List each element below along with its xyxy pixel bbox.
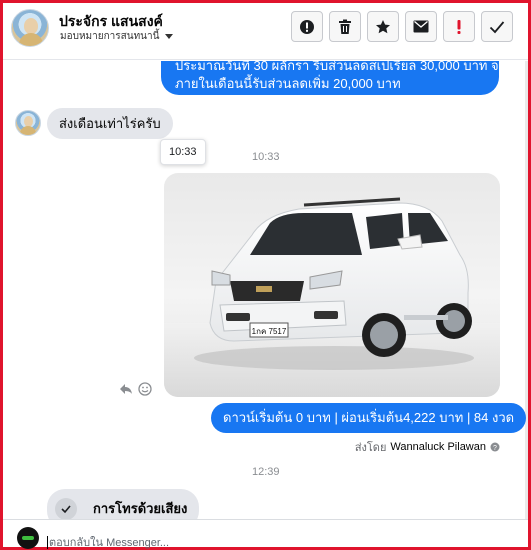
offer-message-text: ดาวน์เริ่มต้น 0 บาท | ผ่อนเริ่มต้น4,222 … (223, 410, 515, 425)
follow-up-button[interactable] (443, 11, 475, 42)
reply-input[interactable]: ตอบกลับใน Messenger... (47, 533, 169, 550)
timestamp: 12:39 (252, 466, 280, 478)
page-message-bubble[interactable]: ประมาณวันที่ 30 ผลักรา ริบส่วนลดสเปเรียล… (161, 61, 499, 95)
spam-button[interactable] (291, 11, 323, 42)
sent-by-line: ส่งโดย Wannaluck Pilawan ? (355, 438, 500, 456)
timestamp: 10:33 (252, 151, 280, 163)
offer-message-bubble[interactable]: ดาวน์เริ่มต้น 0 บาท | ผ่อนเริ่มต้น4,222 … (211, 403, 527, 433)
tooltip-time: 10:33 (169, 146, 197, 158)
envelope-icon (413, 20, 429, 33)
contact-avatar[interactable] (11, 9, 49, 47)
mark-done-button[interactable] (481, 11, 513, 42)
trash-icon (339, 19, 351, 34)
composer: ตอบกลับใน Messenger... (3, 519, 528, 550)
star-button[interactable] (367, 11, 399, 42)
delete-button[interactable] (329, 11, 361, 42)
page-message-line: ประมาณวันที่ 30 ผลักรา ริบส่วนลดสเปเรียล… (175, 61, 499, 73)
customer-avatar[interactable] (15, 110, 41, 136)
conversation-header: ประจักร แสนสงค์ มอบหมายการสนทนานี้ (3, 3, 528, 60)
time-tooltip: 10:33 (160, 139, 206, 165)
sent-by-name[interactable]: Wannaluck Pilawan (390, 441, 486, 453)
license-plate: 1กค 7517 (252, 327, 287, 336)
assign-conversation-label: มอบหมายการสนทนานี้ (60, 31, 160, 42)
help-icon[interactable]: ? (490, 442, 500, 452)
reply-placeholder: ตอบกลับใน Messenger... (49, 537, 170, 549)
exclamation-icon (457, 19, 461, 34)
voice-call-label: การโทรด้วยเสียง (93, 501, 188, 516)
check-icon (489, 20, 505, 33)
alert-circle-icon (300, 19, 314, 34)
chevron-down-icon (165, 34, 174, 39)
car-illustration: 1กค 7517 (164, 197, 500, 397)
svg-text:?: ? (493, 445, 497, 452)
mark-unread-button[interactable] (405, 11, 437, 42)
assign-conversation-dropdown[interactable]: มอบหมายการสนทนานี้ (60, 29, 174, 44)
text-cursor (47, 535, 48, 549)
page-avatar (17, 527, 39, 549)
car-photo[interactable]: 1กค 7517 (164, 173, 500, 397)
emoji-reaction-icon[interactable] (138, 382, 152, 396)
star-icon (376, 19, 390, 33)
reply-icon[interactable] (119, 383, 133, 395)
voice-call-bubble[interactable]: การโทรด้วยเสียง (47, 489, 199, 519)
scrollbar[interactable] (525, 61, 528, 519)
missed-call-icon (55, 498, 77, 519)
message-thread[interactable]: ประมาณวันที่ 30 ผลักรา ริบส่วนลดสเปเรียล… (3, 61, 528, 519)
sent-by-label: ส่งโดย (354, 442, 387, 454)
page-message-line: ภายในเดือนนี้รับส่วนลดเพิ่ม 20,000 บาท (175, 76, 401, 91)
customer-message-text: ส่งเดือนเท่าไร่ครับ (59, 116, 161, 131)
customer-message-bubble[interactable]: ส่งเดือนเท่าไร่ครับ (47, 108, 173, 139)
